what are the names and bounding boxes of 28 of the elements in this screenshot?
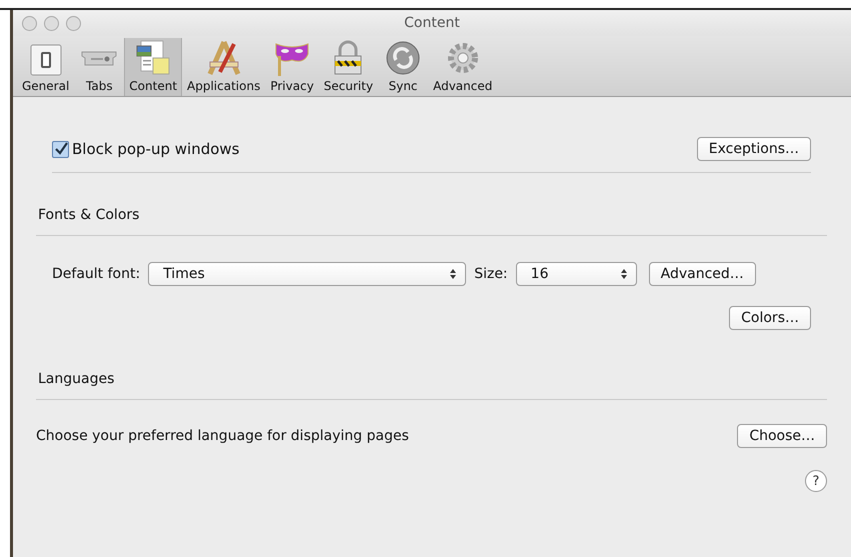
stepper-arrows-icon	[449, 268, 458, 280]
close-button[interactable]	[22, 16, 37, 30]
zoom-button[interactable]	[66, 16, 81, 30]
toolbar-tab[interactable]: Content	[124, 38, 182, 96]
toolbar-tab[interactable]: General	[17, 38, 74, 96]
choose-button[interactable]: Choose…	[737, 424, 827, 448]
switch-icon	[28, 42, 64, 78]
toolbar-tab[interactable]: Sync	[378, 38, 428, 96]
minimize-button[interactable]	[44, 16, 59, 30]
toolbar-tab[interactable]: Applications	[182, 38, 266, 96]
field-label: Size:	[474, 266, 508, 282]
section-heading: Fonts & Colors	[37, 207, 140, 223]
checkbox[interactable]	[52, 140, 69, 158]
toolbar-tab[interactable]: Tabs	[74, 38, 124, 96]
help-button[interactable]: ?	[805, 470, 827, 492]
toolbar-tab[interactable]: Security	[318, 38, 378, 96]
language-description: Choose your preferred language for displaying pages	[36, 428, 409, 444]
exceptions-button[interactable]: Exceptions…	[696, 137, 811, 161]
toolbar-tab[interactable]: Privacy	[265, 38, 319, 96]
stepper-arrows-icon	[620, 268, 628, 280]
window-title: Content	[404, 15, 460, 31]
advanced-button[interactable]: Advanced…	[648, 262, 756, 286]
font-select[interactable]: Times	[148, 262, 466, 286]
colors-button[interactable]: Colors…	[729, 306, 811, 330]
section-heading: Languages	[37, 371, 116, 387]
toolbar-tab[interactable]: Advanced	[428, 38, 498, 96]
size-select[interactable]: 16	[516, 262, 637, 286]
field-label: Default font:	[52, 266, 140, 282]
